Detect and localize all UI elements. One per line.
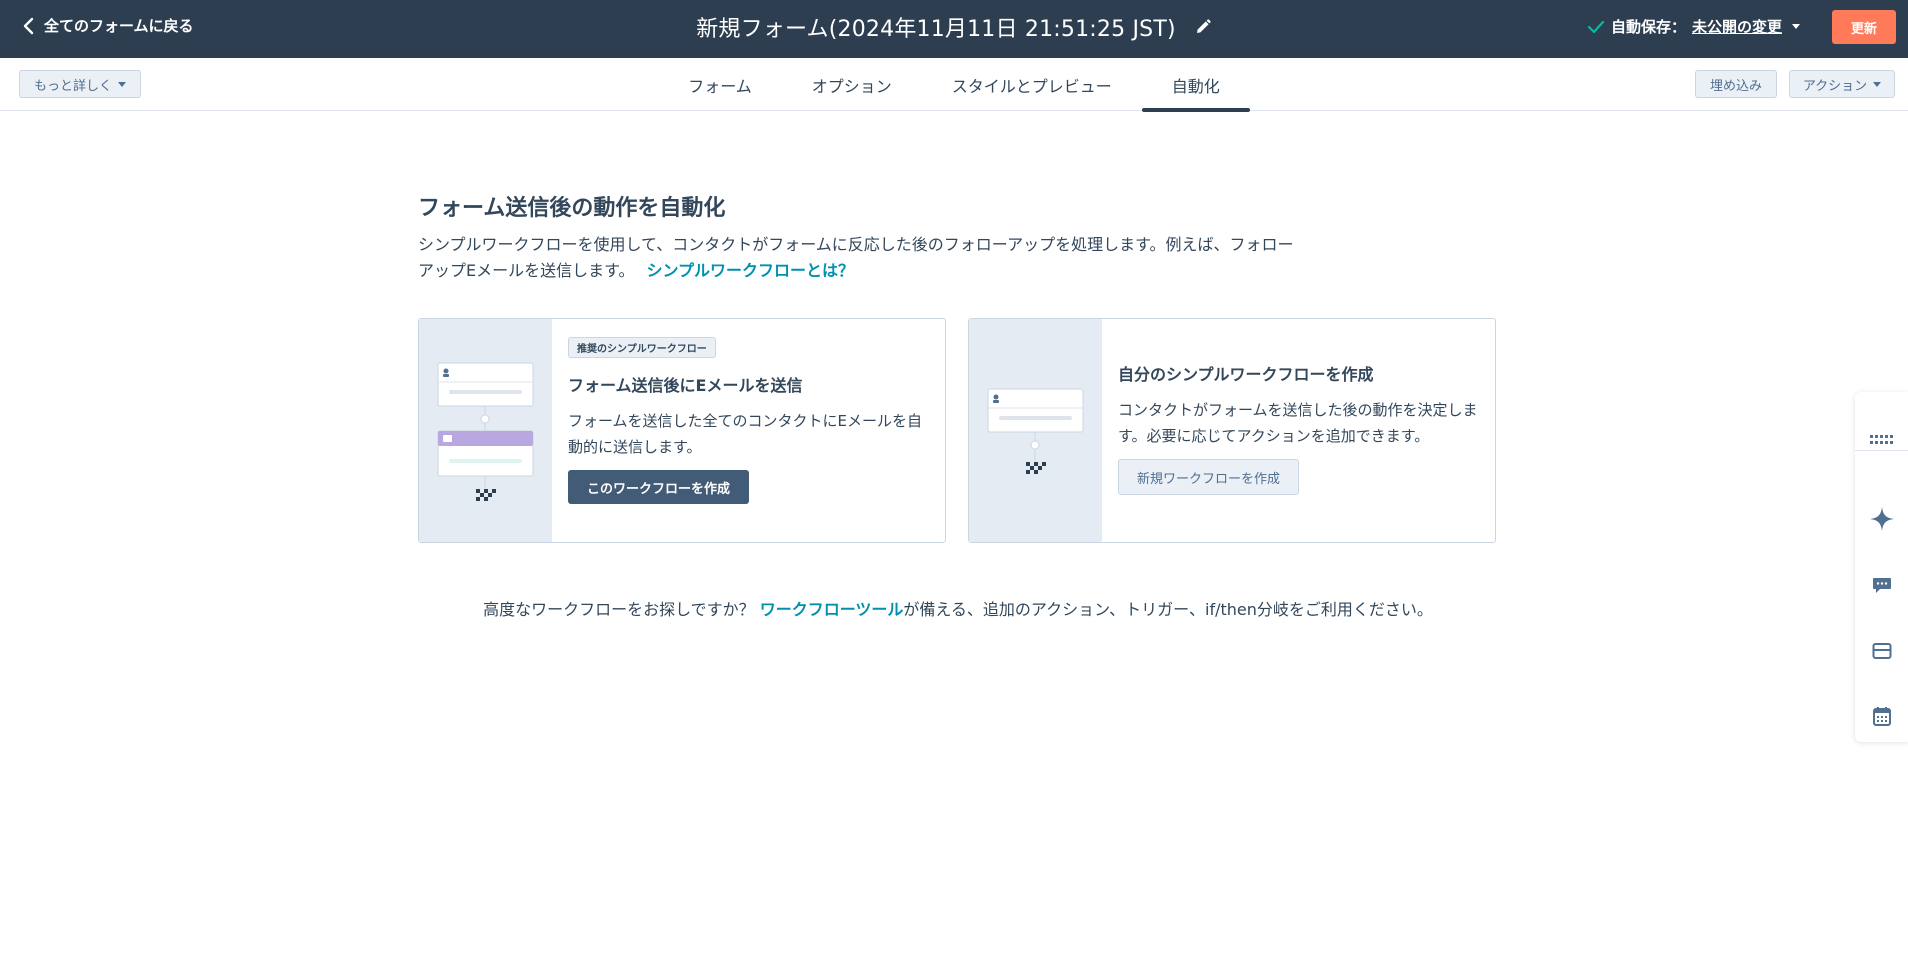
embed-button[interactable]: 埋め込み (1695, 70, 1777, 98)
page-title: フォーム送信後の動作を自動化 (418, 196, 726, 221)
apps-grid-icon[interactable] (1855, 420, 1908, 460)
form-title: 新規フォーム(2024年11月11日 21:51:25 JST) (696, 17, 1176, 42)
inbox-icon[interactable] (1855, 631, 1908, 671)
create-new-workflow-button[interactable]: 新規ワークフローを作成 (1118, 459, 1300, 495)
custom-workflow-card: 自分のシンプルワークフローを作成 コンタクトがフォームを送信した後の動作を決定し… (968, 318, 1496, 543)
chevron-down-icon (1873, 81, 1882, 87)
footer-suffix: が備える、追加のアクション、トリガー、if/then分岐をご利用ください。 (903, 600, 1433, 619)
recommended-workflow-card: 推奨のシンプルワークフロー フォーム送信後にEメールを送信 フォームを送信した全… (418, 318, 946, 543)
top-header: 全てのフォームに戻る 新規フォーム(2024年11月11日 21:51:25 J… (0, 0, 1908, 58)
page-description: シンプルワークフローを使用して、コンタクトがフォームに反応した後のフォローアップ… (418, 232, 1298, 284)
check-icon (1587, 20, 1605, 33)
custom-workflow-illustration (969, 319, 1102, 542)
card-description: コンタクトがフォームを送信した後の動作を決定します。必要に応じてアクションを追加… (1118, 401, 1478, 445)
chat-icon[interactable] (1855, 566, 1908, 606)
actions-button[interactable]: アクション (1789, 70, 1895, 98)
create-this-workflow-button[interactable]: このワークフローを作成 (568, 470, 750, 504)
workflow-tool-link[interactable]: ワークフローツール (760, 600, 904, 619)
card-body: 自分のシンプルワークフローを作成 コンタクトがフォームを送信した後の動作を決定し… (1102, 319, 1495, 542)
autosave-status: 自動保存： 未公開の変更 (1587, 16, 1800, 37)
tab-form[interactable]: フォーム (658, 58, 782, 111)
sparkle-icon[interactable] (1855, 499, 1908, 539)
tab-list: フォーム オプション スタイルとプレビュー 自動化 (0, 58, 1908, 112)
card-title: フォーム送信後にEメールを送信 (568, 376, 803, 395)
workflow-cards: 推奨のシンプルワークフロー フォーム送信後にEメールを送信 フォームを送信した全… (418, 318, 1496, 543)
pencil-icon[interactable] (1194, 18, 1212, 36)
tab-style-preview[interactable]: スタイルとプレビュー (922, 58, 1142, 111)
embed-label: 埋め込み (1709, 78, 1762, 94)
what-is-simple-workflow-link[interactable]: シンプルワークフローとは？ (647, 261, 855, 280)
tab-label: フォーム (688, 76, 752, 96)
tab-label: 自動化 (1171, 76, 1220, 96)
right-sidebar-rail (1855, 392, 1908, 742)
rail-divider (1855, 450, 1908, 451)
tab-automation[interactable]: 自動化 (1141, 58, 1250, 112)
description-text: シンプルワークフローを使用して、コンタクトがフォームに反応した後のフォローアップ… (418, 235, 1294, 280)
tab-label: スタイルとプレビュー (951, 76, 1112, 96)
email-workflow-illustration (419, 319, 552, 542)
tab-label: オプション (811, 76, 892, 96)
footer-prefix: 高度なワークフローをお探しですか？ (483, 600, 760, 619)
recommended-badge: 推奨のシンプルワークフロー (568, 337, 716, 358)
sub-navigation: もっと詳しく フォーム オプション スタイルとプレビュー 自動化 埋め込み アク… (0, 58, 1908, 112)
unpublished-changes-link[interactable]: 未公開の変更 (1692, 16, 1782, 37)
advanced-workflow-note: 高度なワークフローをお探しですか？ ワークフローツールが備える、追加のアクション… (418, 596, 1498, 620)
card-description: フォームを送信した全てのコンタクトにEメールを自動的に送信します。 (568, 412, 923, 456)
autosave-prefix: 自動保存： (1610, 18, 1686, 36)
card-title: 自分のシンプルワークフローを作成 (1118, 365, 1374, 384)
card-body: 推奨のシンプルワークフロー フォーム送信後にEメールを送信 フォームを送信した全… (552, 319, 945, 542)
calendar-icon[interactable] (1855, 696, 1908, 736)
update-button[interactable]: 更新 (1832, 10, 1896, 44)
automation-panel: フォーム送信後の動作を自動化 シンプルワークフローを使用して、コンタクトがフォー… (418, 190, 1498, 619)
tab-options[interactable]: オプション (782, 58, 922, 111)
chevron-down-icon[interactable] (1792, 24, 1800, 29)
actions-label: アクション (1802, 78, 1868, 94)
